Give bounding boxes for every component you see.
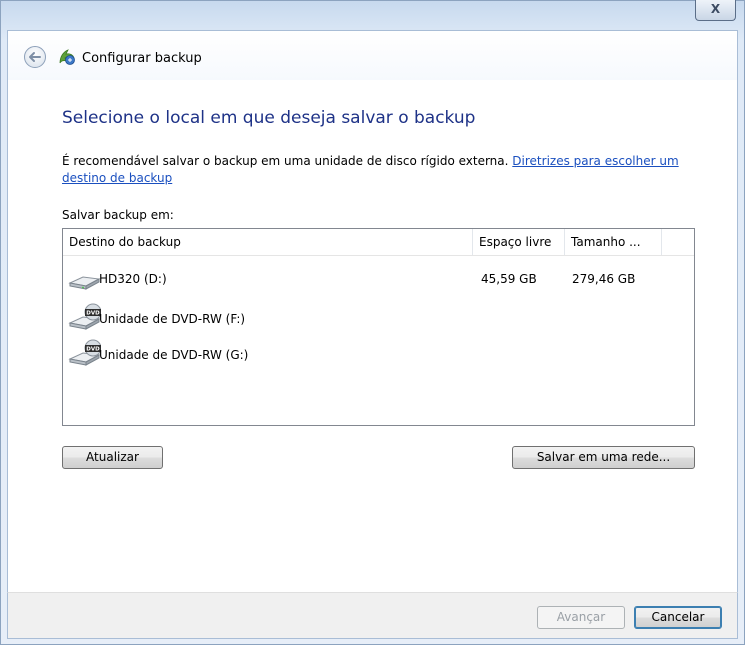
column-header-free-space[interactable]: Espaço livre (473, 229, 565, 255)
drive-name: Unidade de DVD-RW (F:) (99, 312, 246, 326)
page-heading: Selecione o local em que deseja salvar o… (62, 108, 476, 128)
list-item[interactable]: DVD Unidade de DVD-RW (G:) (63, 339, 694, 369)
close-button[interactable]: X (695, 0, 736, 21)
backup-app-icon (59, 49, 75, 65)
drive-name: HD320 (D:) (99, 272, 167, 286)
hard-drive-icon (68, 276, 101, 290)
drive-size: 279,46 GB (572, 272, 636, 286)
drive-free-space: 45,59 GB (481, 272, 537, 286)
dvd-drive-icon: DVD (68, 339, 101, 366)
list-item[interactable]: DVD Unidade de DVD-RW (F:) (63, 303, 694, 333)
back-arrow-icon (29, 52, 41, 62)
back-button[interactable] (24, 46, 46, 68)
window-bottom-edge (7, 638, 738, 639)
description-sentence: É recomendável salvar o backup em uma un… (62, 154, 509, 168)
drive-name: Unidade de DVD-RW (G:) (99, 348, 249, 362)
description-text: É recomendável salvar o backup em uma un… (62, 153, 712, 187)
next-button[interactable]: Avançar (537, 606, 625, 629)
save-location-label: Salvar backup em: (62, 208, 174, 222)
dvd-drive-icon: DVD (68, 303, 101, 330)
dialog-footer (7, 592, 738, 639)
list-item[interactable]: HD320 (D:) 45,59 GB 279,46 GB (63, 263, 694, 293)
cancel-button[interactable]: Cancelar (634, 606, 722, 629)
column-header-destination[interactable]: Destino do backup (63, 229, 473, 255)
backup-destination-list[interactable]: Destino do backup Espaço livre Tamanho .… (62, 228, 695, 426)
dialog-title: Configurar backup (82, 51, 202, 66)
column-header-size[interactable]: Tamanho ... (565, 229, 662, 255)
refresh-button[interactable]: Atualizar (62, 446, 163, 469)
save-to-network-button[interactable]: Salvar em uma rede... (512, 446, 695, 469)
list-header: Destino do backup Espaço livre Tamanho .… (63, 229, 694, 256)
